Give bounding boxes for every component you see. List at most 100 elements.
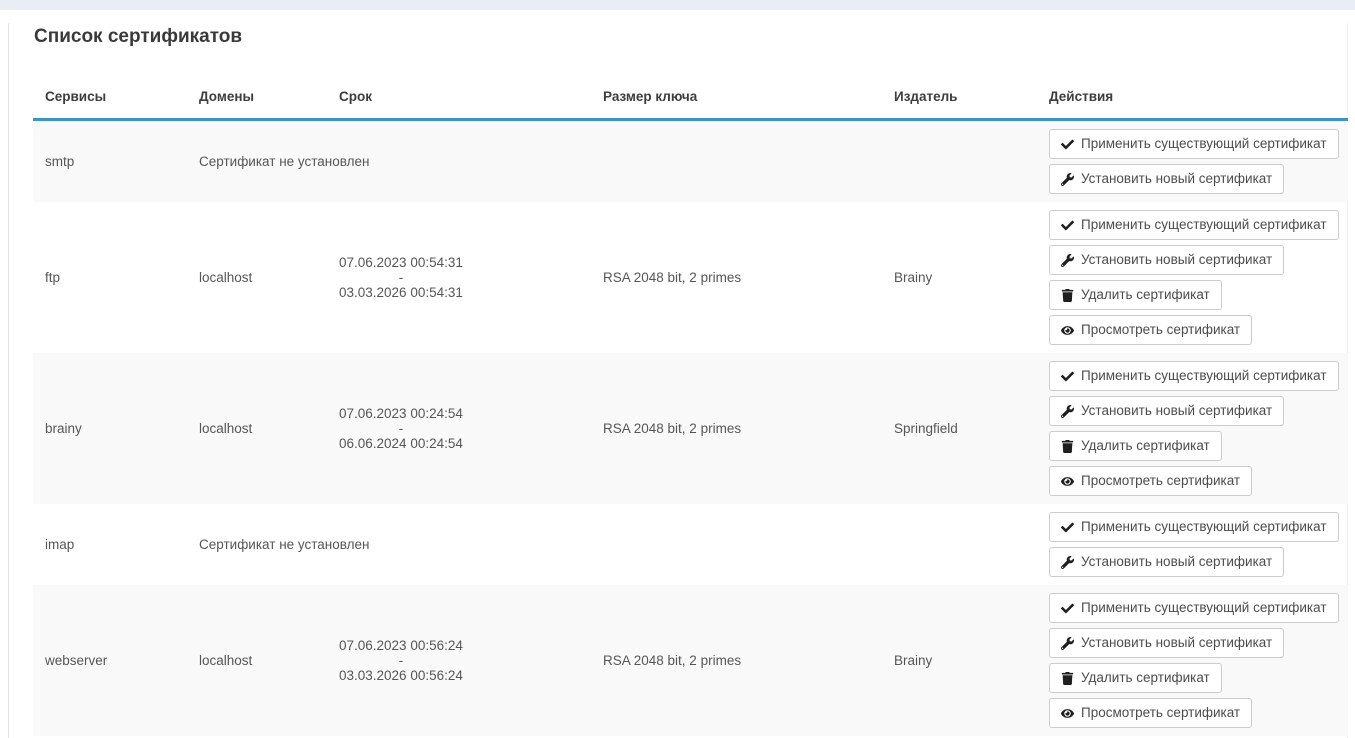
valid-to-date: 03.03.2026 00:54:31 — [339, 285, 463, 300]
install-new-certificate-button[interactable]: Установить новый сертификат — [1049, 628, 1284, 658]
column-header-domains: Домены — [187, 75, 327, 120]
column-header-actions: Действия — [1037, 75, 1348, 120]
action-button-label: Просмотреть сертификат — [1081, 473, 1240, 489]
trash-icon — [1061, 672, 1074, 685]
apply-existing-certificate-button[interactable]: Применить существующий сертификат — [1049, 361, 1339, 391]
table-row: brainy localhost 07.06.2023 00:24:54-06.… — [33, 353, 1348, 504]
issuer-cell — [882, 504, 1037, 585]
domain-cell: localhost — [187, 202, 327, 353]
date-separator: - — [339, 270, 463, 285]
date-separator: - — [339, 653, 463, 668]
actions-cell: Применить существующий сертификат Установ… — [1037, 585, 1348, 736]
content-card: Список сертификатов Сервисы Домены Срок … — [8, 23, 1348, 738]
install-new-certificate-button[interactable]: Установить новый сертификат — [1049, 396, 1284, 426]
key-size-cell: RSA 2048 bit, 2 primes — [591, 353, 882, 504]
action-button-label: Установить новый сертификат — [1081, 252, 1272, 268]
issuer-cell: Springfield — [882, 353, 1037, 504]
action-button-label: Применить существующий сертификат — [1081, 519, 1327, 535]
install-new-certificate-button[interactable]: Установить новый сертификат — [1049, 164, 1284, 194]
valid-from-date: 07.06.2023 00:54:31 — [339, 255, 463, 270]
check-icon — [1061, 219, 1074, 232]
action-button-label: Установить новый сертификат — [1081, 635, 1272, 651]
term-cell: 07.06.2023 00:54:31-03.03.2026 00:54:31 — [327, 202, 591, 353]
column-header-issuer: Издатель — [882, 75, 1037, 120]
apply-existing-certificate-button[interactable]: Применить существующий сертификат — [1049, 512, 1339, 542]
action-button-label: Просмотреть сертификат — [1081, 705, 1240, 721]
domain-cell: localhost — [187, 585, 327, 736]
actions-cell: Применить существующий сертификат Установ… — [1037, 353, 1348, 504]
wrench-icon — [1061, 405, 1074, 418]
table-row: ftp localhost 07.06.2023 00:54:31-03.03.… — [33, 202, 1348, 353]
action-button-label: Установить новый сертификат — [1081, 171, 1272, 187]
service-cell: ftp — [33, 202, 187, 353]
column-header-key-size: Размер ключа — [591, 75, 882, 120]
action-button-label: Удалить сертификат — [1081, 438, 1210, 454]
certificate-validity-period: 07.06.2023 00:24:54-06.06.2024 00:24:54 — [339, 406, 463, 451]
wrench-icon — [1061, 254, 1074, 267]
service-cell: smtp — [33, 120, 187, 203]
table-header: Сервисы Домены Срок Размер ключа Издател… — [33, 75, 1348, 120]
action-button-label: Применить существующий сертификат — [1081, 217, 1327, 233]
action-button-label: Установить новый сертификат — [1081, 403, 1272, 419]
page-top-strip — [0, 0, 1355, 10]
eye-icon — [1061, 475, 1074, 488]
valid-to-date: 06.06.2024 00:24:54 — [339, 436, 463, 451]
eye-icon — [1061, 324, 1074, 337]
check-icon — [1061, 602, 1074, 615]
certificate-validity-period: 07.06.2023 00:54:31-03.03.2026 00:54:31 — [339, 255, 463, 300]
table-row: imap Сертификат не установлен Применить … — [33, 504, 1348, 585]
action-button-label: Применить существующий сертификат — [1081, 600, 1327, 616]
trash-icon — [1061, 289, 1074, 302]
delete-certificate-button[interactable]: Удалить сертификат — [1049, 663, 1222, 693]
apply-existing-certificate-button[interactable]: Применить существующий сертификат — [1049, 129, 1339, 159]
key-size-cell — [591, 120, 882, 203]
action-button-label: Просмотреть сертификат — [1081, 322, 1240, 338]
check-icon — [1061, 370, 1074, 383]
domain-cell: localhost — [187, 353, 327, 504]
key-size-cell: RSA 2048 bit, 2 primes — [591, 585, 882, 736]
view-certificate-button[interactable]: Просмотреть сертификат — [1049, 315, 1252, 345]
check-icon — [1061, 138, 1074, 151]
issuer-cell: Brainy — [882, 585, 1037, 736]
issuer-cell — [882, 120, 1037, 203]
table-row: smtp Сертификат не установлен Применить … — [33, 120, 1348, 203]
eye-icon — [1061, 707, 1074, 720]
column-header-term: Срок — [327, 75, 591, 120]
wrench-icon — [1061, 556, 1074, 569]
issuer-cell: Brainy — [882, 202, 1037, 353]
date-separator: - — [339, 421, 463, 436]
install-new-certificate-button[interactable]: Установить новый сертификат — [1049, 547, 1284, 577]
check-icon — [1061, 521, 1074, 534]
column-header-services: Сервисы — [33, 75, 187, 120]
apply-existing-certificate-button[interactable]: Применить существующий сертификат — [1049, 593, 1339, 623]
delete-certificate-button[interactable]: Удалить сертификат — [1049, 431, 1222, 461]
action-button-label: Применить существующий сертификат — [1081, 368, 1327, 384]
service-cell: imap — [33, 504, 187, 585]
term-cell: 07.06.2023 00:24:54-06.06.2024 00:24:54 — [327, 353, 591, 504]
service-cell: brainy — [33, 353, 187, 504]
key-size-cell: RSA 2048 bit, 2 primes — [591, 202, 882, 353]
valid-from-date: 07.06.2023 00:24:54 — [339, 406, 463, 421]
apply-existing-certificate-button[interactable]: Применить существующий сертификат — [1049, 210, 1339, 240]
view-certificate-button[interactable]: Просмотреть сертификат — [1049, 698, 1252, 728]
wrench-icon — [1061, 637, 1074, 650]
actions-cell: Применить существующий сертификат Установ… — [1037, 504, 1348, 585]
delete-certificate-button[interactable]: Удалить сертификат — [1049, 280, 1222, 310]
action-button-label: Установить новый сертификат — [1081, 554, 1272, 570]
page-title: Список сертификатов — [34, 23, 1347, 51]
service-cell: webserver — [33, 585, 187, 736]
key-size-cell — [591, 504, 882, 585]
action-button-label: Удалить сертификат — [1081, 287, 1210, 303]
valid-from-date: 07.06.2023 00:56:24 — [339, 638, 463, 653]
actions-cell: Применить существующий сертификат Установ… — [1037, 202, 1348, 353]
valid-to-date: 03.03.2026 00:56:24 — [339, 668, 463, 683]
view-certificate-button[interactable]: Просмотреть сертификат — [1049, 466, 1252, 496]
domain-cell: Сертификат не установлен — [187, 504, 327, 585]
action-button-label: Удалить сертификат — [1081, 670, 1210, 686]
table-row: webserver localhost 07.06.2023 00:56:24-… — [33, 585, 1348, 736]
term-cell: 07.06.2023 00:56:24-03.03.2026 00:56:24 — [327, 585, 591, 736]
trash-icon — [1061, 440, 1074, 453]
certificates-table-body: smtp Сертификат не установлен Применить … — [33, 120, 1348, 737]
actions-cell: Применить существующий сертификат Установ… — [1037, 120, 1348, 203]
install-new-certificate-button[interactable]: Установить новый сертификат — [1049, 245, 1284, 275]
